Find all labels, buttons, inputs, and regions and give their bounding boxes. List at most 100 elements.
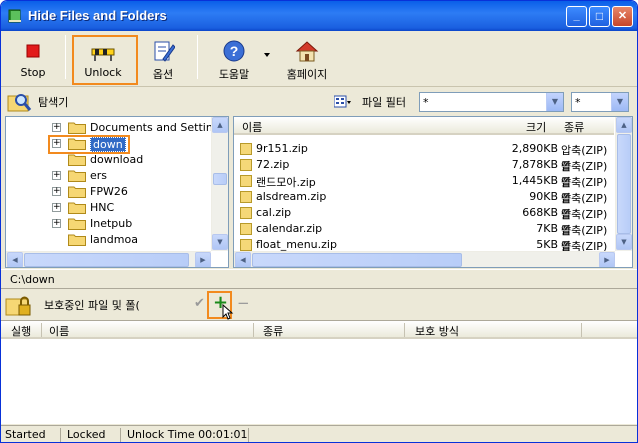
tree-expand-icon[interactable]: + (52, 203, 61, 212)
explorer-bar: 탐색기 파일 필터 * ▼ * ▼ (1, 88, 637, 116)
file-list-header: 이름 크기 종류 (234, 117, 614, 135)
column-size[interactable]: 크기 (526, 119, 546, 135)
scroll-right-icon[interactable]: ▶ (195, 252, 211, 267)
protected-label: 보호중인 파일 및 폴( (44, 299, 140, 312)
file-name: 72.zip (256, 158, 290, 171)
tree-horizontal-scrollbar[interactable]: ◀ ▶ (6, 251, 211, 267)
help-label: 도움말 (218, 68, 250, 81)
zip-folder-icon (240, 191, 252, 203)
files-vertical-scrollbar[interactable]: ▲ ▼ (615, 117, 632, 251)
svg-text:?: ? (230, 43, 239, 59)
file-row[interactable]: 9r151.zip 2,890KB 압축(ZIP) 폴 (234, 141, 614, 173)
file-size: 5KB (536, 238, 558, 251)
scroll-down-icon[interactable]: ▼ (616, 234, 632, 250)
file-size: 2,890KB (511, 142, 558, 155)
file-list[interactable]: 이름 크기 종류 9r151.zip 2,890KB 압축(ZIP) 폴 72.zip… (233, 116, 633, 268)
help-button[interactable]: ? 도움말 (209, 35, 259, 83)
scroll-down-icon[interactable]: ▼ (212, 234, 228, 250)
scroll-left-icon[interactable]: ◀ (7, 252, 23, 267)
folder-icon (68, 218, 86, 230)
options-pencil-icon (154, 41, 175, 62)
help-dropdown-arrow[interactable] (261, 35, 273, 83)
scroll-thumb[interactable] (24, 253, 189, 267)
tree-item-label: Inetpub (90, 217, 133, 230)
scroll-thumb[interactable] (252, 253, 462, 267)
file-row[interactable]: cal.zip 668KB 압축(ZIP) 폴 (234, 205, 614, 237)
down-folder-highlight (48, 135, 130, 154)
folder-icon (68, 154, 86, 166)
scroll-left-icon[interactable]: ◀ (235, 252, 251, 267)
tree-item-label: FPW26 (90, 185, 128, 198)
tree-item-label: download (90, 153, 144, 166)
filter-extra-value: * (575, 96, 581, 109)
column-protection[interactable]: 보호 방식 (415, 323, 459, 339)
protected-table-header: 실행 이름 종류 보호 방식 (1, 321, 637, 339)
title-bar[interactable]: Hide Files and Folders _ □ ✕ (1, 1, 637, 31)
files-horizontal-scrollbar[interactable]: ◀ ▶ (234, 251, 615, 267)
protected-items-table[interactable]: 실행 이름 종류 보호 방식 (1, 320, 637, 424)
zip-folder-icon (240, 207, 252, 219)
mouse-cursor-icon (222, 304, 234, 320)
status-state: Started (1, 428, 61, 442)
status-bar: Started Locked Unlock Time 00:01:01 (1, 425, 637, 442)
file-filter-combo[interactable]: * ▼ (419, 92, 564, 112)
file-size: 668KB (522, 206, 558, 219)
current-path: C:\down (10, 273, 55, 286)
column-run[interactable]: 실행 (11, 323, 31, 339)
chevron-down-icon[interactable]: ▼ (611, 93, 628, 111)
file-size: 7KB (536, 222, 558, 235)
column-type[interactable]: 종류 (564, 119, 584, 135)
remove-minus-icon[interactable]: − (237, 294, 250, 312)
filter-extra-combo[interactable]: * ▼ (571, 92, 629, 112)
close-button[interactable]: ✕ (612, 6, 633, 27)
zip-folder-icon (240, 223, 252, 235)
app-window: Hide Files and Folders _ □ ✕ Stop Unlock (0, 0, 638, 443)
file-name: cal.zip (256, 206, 292, 219)
scroll-thumb[interactable] (213, 173, 227, 185)
file-size: 1,445KB (511, 174, 558, 187)
scroll-up-icon[interactable]: ▲ (616, 117, 632, 133)
scroll-up-icon[interactable]: ▲ (212, 117, 228, 133)
scroll-thumb[interactable] (617, 134, 631, 234)
chevron-down-icon (264, 53, 270, 57)
check-icon[interactable]: ✔ (194, 296, 205, 311)
tree-expand-icon[interactable]: + (52, 171, 61, 180)
help-question-icon: ? (223, 40, 245, 62)
homepage-button[interactable]: 홈페이지 (277, 35, 337, 83)
column-type[interactable]: 종류 (263, 323, 283, 339)
column-name[interactable]: 이름 (242, 119, 262, 135)
folder-icon (68, 170, 86, 182)
chevron-down-icon[interactable]: ▼ (546, 93, 563, 111)
scroll-right-icon[interactable]: ▶ (599, 252, 615, 267)
explorer-magnifier-icon (7, 94, 32, 112)
file-row[interactable]: 랜드모아.zip 1,445KB 압축(ZIP) 폴 (234, 173, 614, 205)
tree-expand-icon[interactable]: + (52, 187, 61, 196)
zip-folder-icon (240, 159, 252, 171)
zip-folder-icon (240, 143, 252, 155)
folder-tree[interactable]: + Documents and Settings + down download + ers… (5, 116, 229, 268)
file-name: 9r151.zip (256, 142, 308, 155)
maximize-button[interactable]: □ (589, 6, 610, 27)
minimize-button[interactable]: _ (566, 6, 587, 27)
options-button[interactable]: 옵션 (141, 35, 185, 83)
folder-icon (68, 234, 86, 246)
home-icon (295, 41, 319, 62)
zip-folder-icon (240, 175, 252, 187)
stop-button[interactable]: Stop (9, 35, 57, 83)
folder-icon (68, 122, 86, 134)
file-row[interactable]: calendar.zip 7KB 압축(ZIP) 폴 (234, 221, 614, 253)
lock-folder-icon (5, 296, 31, 316)
column-name[interactable]: 이름 (49, 323, 69, 339)
folder-icon (68, 202, 86, 214)
tree-item-label: HNC (90, 201, 115, 214)
tree-expand-icon[interactable]: + (52, 219, 61, 228)
file-row[interactable]: 72.zip 7,878KB 압축(ZIP) 폴 (234, 157, 614, 189)
homepage-label: 홈페이지 (286, 68, 328, 81)
view-grid-icon[interactable] (334, 95, 352, 109)
tree-item-label: landmoa (90, 233, 138, 246)
tree-expand-icon[interactable]: + (52, 123, 61, 132)
tree-vertical-scrollbar[interactable]: ▲ ▼ (211, 117, 228, 251)
status-unlock-time: Unlock Time 00:01:01 (123, 428, 249, 442)
filter-label: 파일 필터 (362, 96, 406, 109)
file-row[interactable]: alsdream.zip 90KB 압축(ZIP) 폴 (234, 189, 614, 221)
